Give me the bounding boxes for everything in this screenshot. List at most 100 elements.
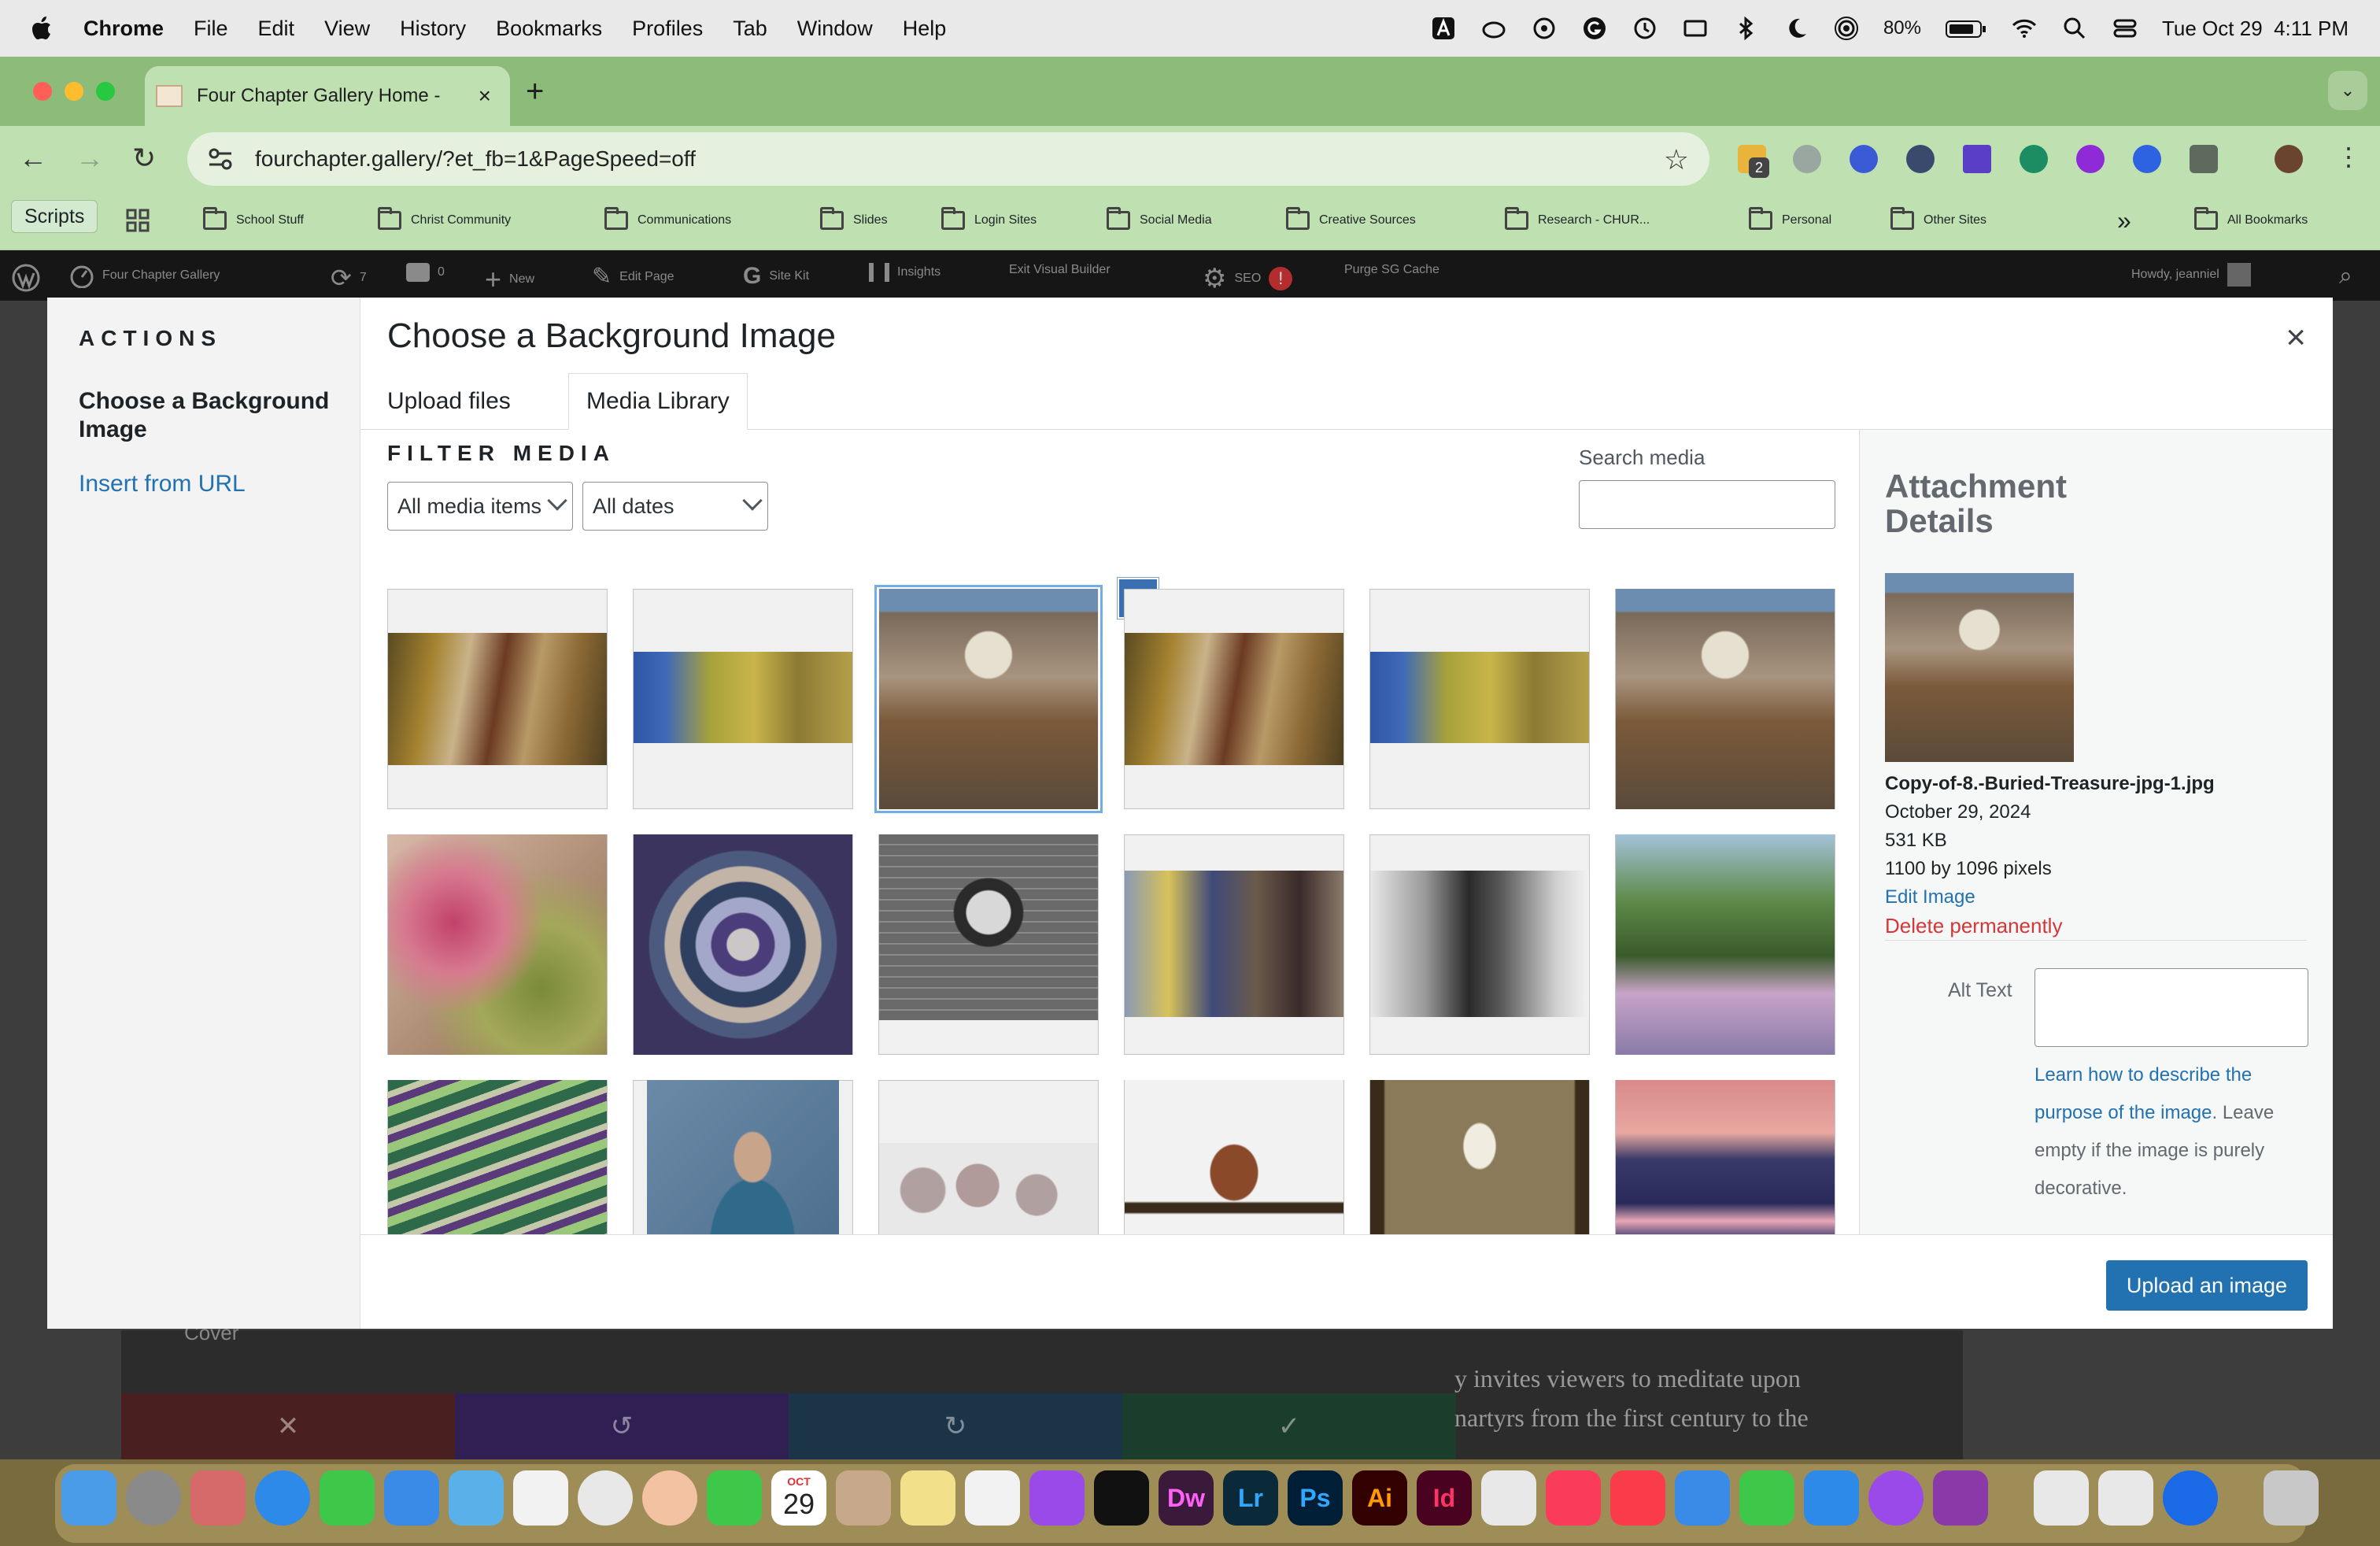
close-window-button[interactable] xyxy=(33,82,52,101)
lightroom-icon[interactable]: Lr xyxy=(1223,1470,1278,1526)
new-tab-plus-icon[interactable]: + xyxy=(526,74,544,109)
delete-permanently-link[interactable]: Delete permanently xyxy=(1885,912,2215,940)
tab-upload-files[interactable]: Upload files xyxy=(370,373,528,430)
system-settings-icon[interactable] xyxy=(126,1470,181,1526)
media-thumbnail[interactable] xyxy=(1369,834,1590,1055)
extension-purple-icon[interactable] xyxy=(2076,145,2105,173)
wp-seo[interactable]: ⚙ SEO! xyxy=(1203,263,1293,294)
keynote-icon[interactable] xyxy=(1675,1470,1730,1526)
menu-history[interactable]: History xyxy=(400,17,466,41)
bookmark-slides[interactable]: Slides xyxy=(820,203,888,238)
podcasts-icon[interactable] xyxy=(1029,1470,1085,1526)
media-thumbnail[interactable] xyxy=(1124,834,1344,1055)
bookmark-creative-sources[interactable]: Creative Sources xyxy=(1286,203,1416,238)
dreamweaver-icon[interactable]: Dw xyxy=(1159,1470,1214,1526)
chrome-icon[interactable] xyxy=(578,1470,633,1526)
menu-tab[interactable]: Tab xyxy=(733,17,767,41)
media-thumbnail[interactable] xyxy=(387,1080,608,1234)
bookmark-scripts[interactable]: Scripts xyxy=(11,200,98,233)
extension-lens-icon[interactable] xyxy=(1906,145,1935,173)
printer-icon[interactable] xyxy=(2098,1470,2153,1526)
media-thumbnail[interactable] xyxy=(387,834,608,1055)
bookmark-all-bookmarks[interactable]: All Bookmarks xyxy=(2194,203,2308,238)
indesign-icon[interactable]: Id xyxy=(1417,1470,1472,1526)
adobe-icon[interactable] xyxy=(1430,15,1457,42)
cursor-pointer-app-icon[interactable] xyxy=(1868,1470,1924,1526)
bluetooth-icon[interactable] xyxy=(1732,15,1759,42)
vpn-icon[interactable] xyxy=(1531,15,1558,42)
time-machine-icon[interactable] xyxy=(1632,15,1658,42)
media-thumbnail[interactable] xyxy=(878,1080,1099,1234)
wp-purge-cache[interactable]: Purge SG Cache xyxy=(1344,263,1439,277)
airdrop-icon[interactable] xyxy=(1833,15,1860,42)
wp-new[interactable]: + New xyxy=(485,263,534,296)
media-date-select[interactable]: All dates xyxy=(582,482,768,531)
wp-search-icon[interactable]: ⌕ xyxy=(2339,263,2352,290)
apps-grid-icon[interactable] xyxy=(126,203,150,238)
spotlight-search-icon[interactable] xyxy=(2061,15,2088,42)
bookmark-personal[interactable]: Personal xyxy=(1749,203,1831,238)
wp-howdy[interactable]: Howdy, jeanniel xyxy=(2131,263,2251,287)
media-type-select[interactable]: All media items xyxy=(387,482,573,531)
bookmark-communications[interactable]: Communications xyxy=(604,203,731,238)
media-thumbnail[interactable] xyxy=(387,589,608,809)
control-center-icon[interactable] xyxy=(2112,15,2138,42)
safari-icon[interactable] xyxy=(255,1470,310,1526)
tab-search-chevron-icon[interactable]: ⌄ xyxy=(2328,71,2367,110)
menu-profiles[interactable]: Profiles xyxy=(632,17,703,41)
media-thumbnail[interactable] xyxy=(1124,589,1344,809)
numbers-icon[interactable] xyxy=(1739,1470,1794,1526)
password-manager-icon[interactable] xyxy=(2163,1470,2218,1526)
wifi-icon[interactable] xyxy=(2011,15,2038,42)
grammarly-icon[interactable] xyxy=(1581,15,1608,42)
alt-text-field[interactable] xyxy=(2034,968,2308,1047)
zoom-window-button[interactable] xyxy=(96,82,115,101)
media-thumbnail[interactable] xyxy=(1615,1080,1835,1234)
browser-tab[interactable]: Four Chapter Gallery Home - × xyxy=(145,66,510,126)
wp-comments[interactable]: 0 xyxy=(406,263,445,282)
photos-icon[interactable] xyxy=(642,1470,697,1526)
display-icon[interactable] xyxy=(1682,15,1709,42)
media-thumbnail[interactable] xyxy=(1615,589,1835,809)
media-thumbnail-selected[interactable] xyxy=(878,589,1099,809)
media-thumbnail[interactable] xyxy=(633,1080,853,1234)
bookmark-star-icon[interactable]: ☆ xyxy=(1664,143,1689,176)
bookmark-login-sites[interactable]: Login Sites xyxy=(941,203,1037,238)
forward-arrow-icon[interactable]: → xyxy=(76,142,104,175)
menu-help[interactable]: Help xyxy=(903,17,947,41)
media-thumbnail[interactable] xyxy=(1615,834,1835,1055)
wp-insights[interactable]: Insights xyxy=(869,263,941,282)
battery-icon[interactable] xyxy=(1945,15,1987,42)
close-icon[interactable]: × xyxy=(2286,318,2306,357)
reminders-icon[interactable] xyxy=(513,1470,568,1526)
illustrator-icon[interactable]: Ai xyxy=(1352,1470,1407,1526)
bookmark-research[interactable]: Research - CHUR... xyxy=(1505,203,1650,238)
menu-insert-from-url[interactable]: Insert from URL xyxy=(79,471,246,497)
upload-image-button[interactable]: Upload an image xyxy=(2105,1260,2308,1311)
profile-avatar[interactable] xyxy=(2275,145,2303,173)
menu-bookmarks[interactable]: Bookmarks xyxy=(496,17,602,41)
wp-site-name[interactable]: Four Chapter Gallery xyxy=(69,263,220,288)
media-thumbnail[interactable] xyxy=(1369,1080,1590,1234)
focus-moon-icon[interactable] xyxy=(1783,15,1809,42)
media-thumbnail[interactable] xyxy=(1124,1080,1344,1234)
menu-choose-background[interactable]: Choose a Background Image xyxy=(79,387,331,444)
media-thumbnail[interactable] xyxy=(633,589,853,809)
bookmarks-overflow-icon[interactable]: » xyxy=(2117,203,2131,238)
notes-icon[interactable] xyxy=(900,1470,955,1526)
preview-icon[interactable] xyxy=(2034,1470,2089,1526)
media-thumbnail[interactable] xyxy=(1369,589,1590,809)
wordpress-logo-icon[interactable] xyxy=(11,263,41,293)
apple-icon[interactable] xyxy=(31,17,52,40)
address-bar[interactable]: fourchapter.gallery/?et_fb=1&PageSpeed=o… xyxy=(187,132,1709,186)
menu-view[interactable]: View xyxy=(324,17,370,41)
menu-edit[interactable]: Edit xyxy=(258,17,295,41)
menu-app-name[interactable]: Chrome xyxy=(83,17,164,41)
acrobat-icon[interactable] xyxy=(1481,1470,1536,1526)
trash-icon[interactable] xyxy=(2264,1470,2319,1526)
music-icon[interactable] xyxy=(1546,1470,1601,1526)
extension-zoom-icon[interactable] xyxy=(2133,145,2161,173)
bookmark-social-media[interactable]: Social Media xyxy=(1107,203,1212,238)
news-icon[interactable] xyxy=(1610,1470,1665,1526)
bookmark-other-sites[interactable]: Other Sites xyxy=(1890,203,1986,238)
